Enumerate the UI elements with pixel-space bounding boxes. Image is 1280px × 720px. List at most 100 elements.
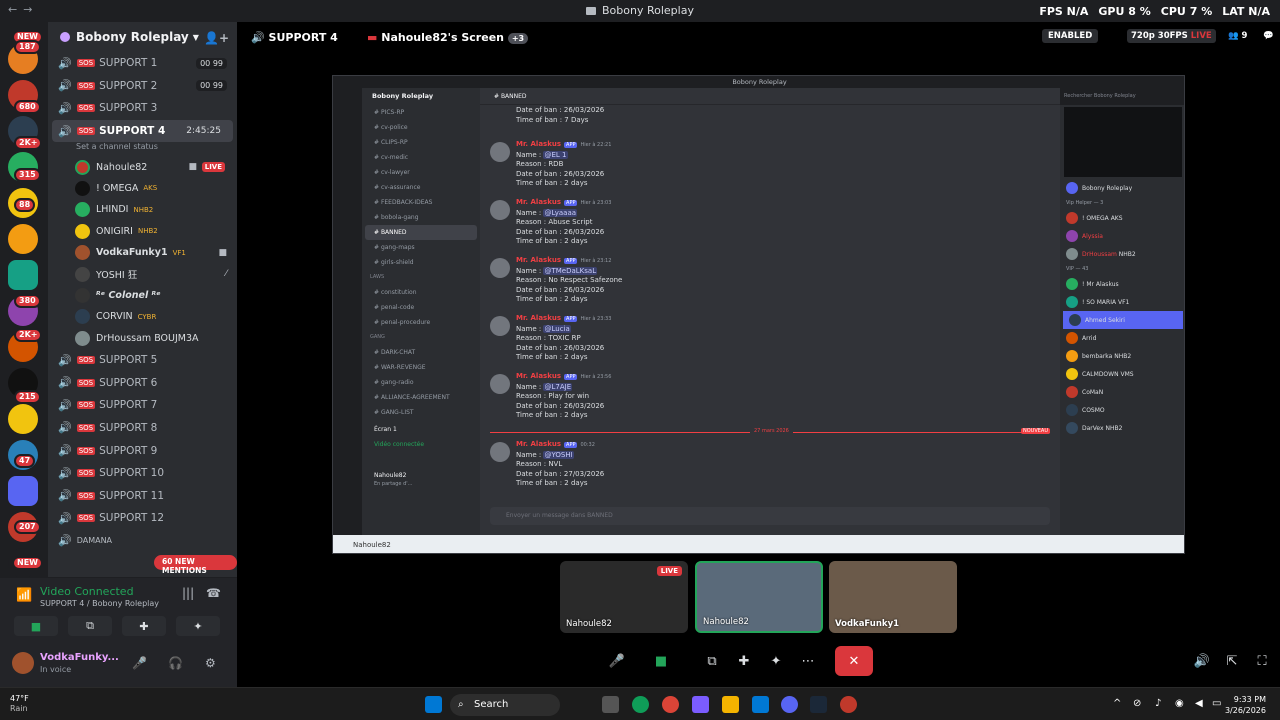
server-icon[interactable] [8, 260, 38, 290]
add-user-icon[interactable]: 👤+ [204, 31, 229, 45]
inner-server-list [333, 88, 362, 535]
voice-user[interactable]: VodkaFunky1 VF1 ■ [48, 242, 237, 263]
popout-icon[interactable]: ⇱ [1221, 646, 1243, 676]
microphone-icon[interactable]: ♪ [1155, 698, 1161, 709]
store-icon[interactable] [752, 696, 769, 713]
chrome-icon[interactable] [662, 696, 679, 713]
voice-channel-support-10[interactable]: 🔊 SOS SUPPORT 10 [48, 462, 237, 485]
chevron-up-icon[interactable]: ^ [1113, 698, 1121, 709]
clock-date: 3/26/2026 [1224, 706, 1266, 715]
inner-channel: # constitution [374, 289, 417, 296]
message-timestamp: Hier à 22:21 [580, 142, 612, 148]
voice-channel-support-4[interactable]: 🔊 SOS SUPPORT 4 2:45:25 [52, 119, 233, 143]
camera-thumbnail[interactable]: Nahoule82 [695, 561, 823, 633]
avatar[interactable] [12, 652, 34, 674]
steam-icon[interactable] [810, 696, 827, 713]
voice-channel-support-8[interactable]: 🔊 SOS SUPPORT 8 [48, 417, 237, 440]
voice-channel-damana[interactable]: 🔊 DAMANA [48, 530, 237, 553]
camera-button[interactable]: ■ [643, 646, 679, 676]
discord-icon[interactable] [781, 696, 798, 713]
member-name: Ahmed Sekiri [1085, 316, 1125, 324]
viewer-count: 👥 9 [1222, 29, 1253, 43]
camera-button[interactable]: ■ [14, 616, 58, 636]
voice-channel-support-3[interactable]: 🔊 SOS SUPPORT 3 [48, 97, 237, 120]
name-label: Name : [516, 382, 542, 391]
shared-screen[interactable]: Bobony Roleplay Bobony Roleplay # PICS-R… [332, 75, 1185, 554]
headphones-icon[interactable]: 🎧 [168, 656, 183, 670]
quality-badge[interactable]: 720p 30FPS LIVE [1127, 29, 1216, 43]
server-icon[interactable] [8, 404, 38, 434]
camera-icon: ■ [188, 162, 197, 173]
stream-stage: 🔊 SUPPORT 4 ▬ Nahoule82's Screen +3 ENAB… [237, 22, 1280, 687]
message-author: Mr. Alaskus [516, 198, 562, 206]
voice-user[interactable]: YOSHI 狂 ⁄ [48, 263, 237, 284]
settings-gear-icon[interactable]: ⚙ [205, 656, 216, 670]
voice-channel-support-12[interactable]: 🔊 SOS SUPPORT 12 [48, 507, 237, 530]
microphone-icon[interactable]: 🎤 [132, 656, 147, 670]
new-mentions-pill[interactable]: 60 NEW MENTIONS [154, 555, 237, 575]
voice-user[interactable]: DrHoussam BOUJM3A [48, 328, 237, 349]
member-name: CALMDOWN [1082, 370, 1119, 378]
inner-voice-status: Vidéo connectée [374, 441, 425, 448]
more-options-button[interactable]: ⋯ [797, 646, 819, 676]
disconnect-button[interactable]: ✕ [835, 646, 873, 676]
activities-button[interactable]: ✚ [122, 616, 166, 636]
voice-status: Video Connected [40, 585, 134, 598]
soundboard-button[interactable]: ✦ [176, 616, 220, 636]
voice-channel-support-9[interactable]: 🔊 SOS SUPPORT 9 [48, 439, 237, 462]
screen-share-button[interactable]: ⧉ [68, 616, 112, 636]
voice-channel-support-1[interactable]: 🔊 SOS SUPPORT 1 00 99 [48, 52, 237, 75]
avatar [75, 266, 90, 282]
voice-channel-support-6[interactable]: 🔊 SOS SUPPORT 6 [48, 371, 237, 394]
edge-icon[interactable] [632, 696, 649, 713]
avatar [75, 330, 90, 346]
channel-status[interactable]: Set a channel status [48, 142, 237, 156]
channel-label: SUPPORT 8 [99, 421, 158, 434]
camera-thumbnail[interactable]: VodkaFunky1 [829, 561, 957, 633]
copilot-icon[interactable] [692, 696, 709, 713]
clock[interactable]: 9:33 PM 3/26/2026 [1225, 694, 1266, 716]
voice-user[interactable]: ! OMEGA AKS [48, 178, 237, 199]
inner-message-input: Envoyer un message dans BANNED [490, 507, 1050, 525]
folder-icon[interactable] [8, 476, 38, 506]
noise-suppression-icon[interactable]: ||| [182, 586, 194, 600]
wifi-icon[interactable]: ◉ [1175, 698, 1184, 709]
taskbar-search[interactable]: ⌕ Search [450, 694, 560, 716]
stream-thumbnail[interactable]: LIVE Nahoule82 [560, 561, 688, 633]
voice-user[interactable]: ᴿᵉ Colonel ᴿᵉ [48, 285, 237, 306]
voice-channel-support-7[interactable]: 🔊 SOS SUPPORT 7 [48, 394, 237, 417]
screen-share-button[interactable]: ⧉ [701, 646, 723, 676]
disconnect-icon[interactable]: ☎ [206, 586, 221, 600]
activities-button[interactable]: ✚ [733, 646, 755, 676]
voice-user[interactable]: Nahoule82 ■ LIVE [48, 156, 237, 177]
voice-user[interactable]: CORVIN CYBR [48, 306, 237, 327]
weather-widget[interactable]: 47°F Rain [10, 694, 29, 714]
network-icon[interactable]: ⊘ [1133, 698, 1141, 709]
temperature: 47°F [10, 694, 29, 703]
server-badge: 207 [14, 520, 41, 534]
chat-bubble-icon[interactable]: 💬 [1257, 29, 1280, 43]
soundboard-button[interactable]: ✦ [765, 646, 787, 676]
voice-user[interactable]: ONIGIRI NHB2 [48, 221, 237, 242]
mic-button[interactable]: 🎤 [599, 646, 635, 676]
app-icon[interactable] [840, 696, 857, 713]
start-icon[interactable] [425, 696, 442, 713]
file-explorer-icon[interactable] [722, 696, 739, 713]
user-tag: VF1 [172, 248, 186, 257]
task-view-icon[interactable] [602, 696, 619, 713]
enabled-badge[interactable]: ENABLED [1042, 29, 1099, 43]
member-name: bembarka [1082, 352, 1113, 360]
voice-user[interactable]: LHINDI NHB2 [48, 199, 237, 220]
user-name[interactable]: VodkaFunky... [40, 652, 119, 663]
server-icon[interactable] [8, 224, 38, 254]
server-header[interactable]: Bobony Roleplay ▼ 👤+ [48, 22, 237, 52]
fullscreen-icon[interactable]: ⛶ [1251, 646, 1273, 676]
voice-channel-name[interactable]: SUPPORT 4 / Bobony Roleplay [40, 599, 159, 608]
lat-value: N/A [1248, 5, 1270, 18]
speaker-icon[interactable]: ◀ [1195, 698, 1203, 709]
voice-channel-support-5[interactable]: 🔊 SOS SUPPORT 5 [48, 349, 237, 372]
voice-channel-support-11[interactable]: 🔊 SOS SUPPORT 11 [48, 484, 237, 507]
volume-icon[interactable]: 🔊 [1191, 646, 1213, 676]
voice-channel-support-2[interactable]: 🔊 SOS SUPPORT 2 00 99 [48, 75, 237, 98]
battery-icon[interactable]: ▭ [1212, 698, 1221, 709]
